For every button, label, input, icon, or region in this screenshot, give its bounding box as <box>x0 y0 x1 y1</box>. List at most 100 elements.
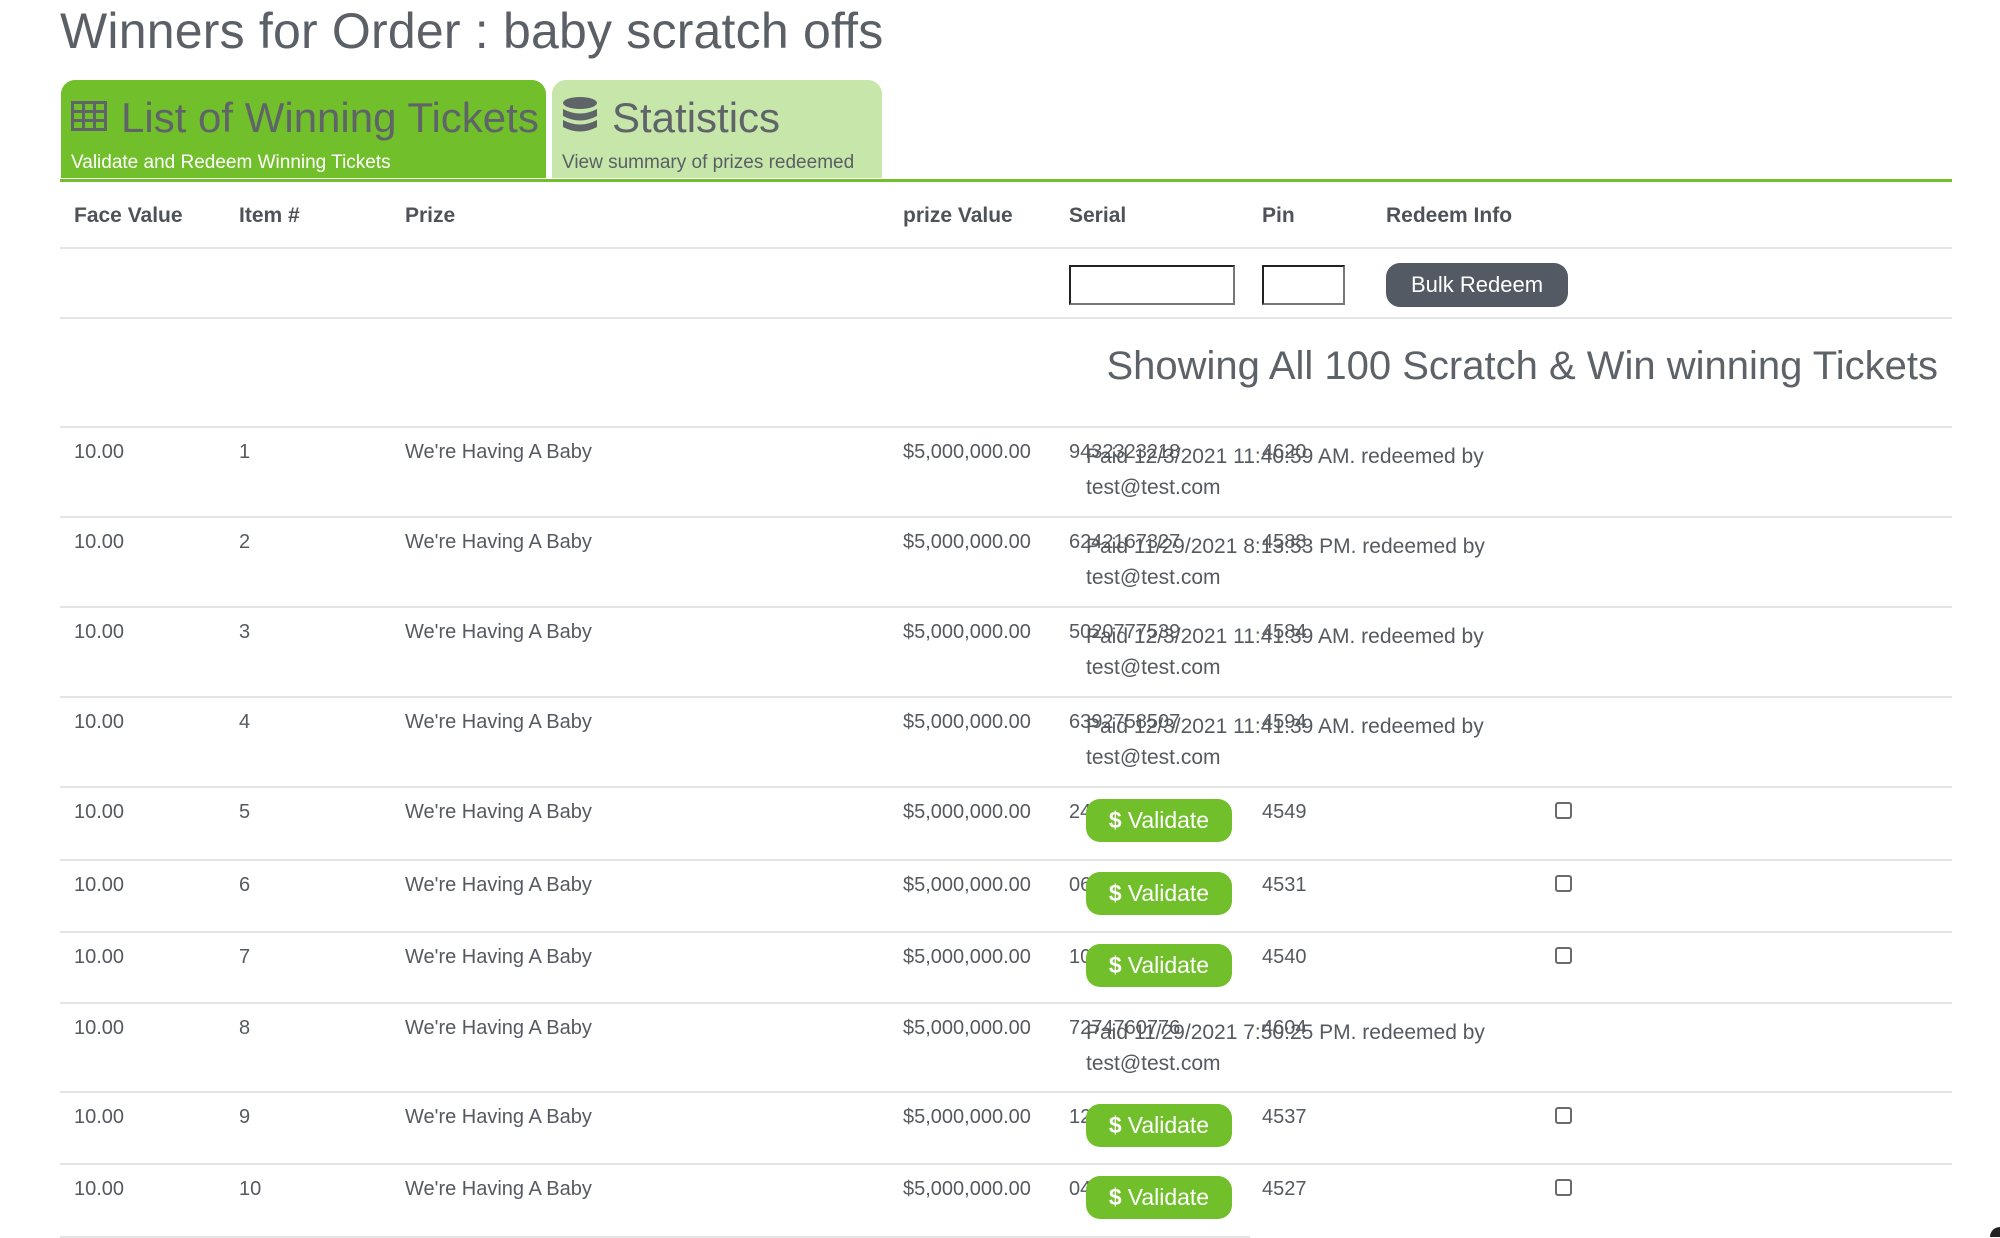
validate-label: Validate <box>1127 880 1210 906</box>
face-value-cell: 10.00 <box>74 801 125 823</box>
database-icon <box>562 96 598 141</box>
item-number-cell: 8 <box>239 1017 251 1039</box>
validate-label: Validate <box>1127 1112 1210 1138</box>
prize-cell: We're Having A Baby <box>405 441 592 463</box>
select-ticket-checkbox[interactable] <box>1555 1107 1572 1124</box>
prize-value-cell: $5,000,000.00 <box>903 1178 1031 1200</box>
prize-cell: We're Having A Baby <box>405 946 592 968</box>
table-row: 10.00 8 We're Having A Baby $5,000,000.00 72… <box>60 1003 1952 1093</box>
column-header-pin[interactable]: Pin <box>1262 204 1295 228</box>
tab-statistics[interactable]: Statistics View summary of prizes redeem… <box>552 80 882 178</box>
item-number-cell: 10 <box>239 1178 262 1200</box>
divider <box>60 317 1952 319</box>
tab-label: Statistics <box>612 94 781 141</box>
prize-cell: We're Having A Baby <box>405 801 592 823</box>
item-number-cell: 5 <box>239 801 251 823</box>
pin-cell: 4531 <box>1262 874 1307 896</box>
pin-filter-input[interactable] <box>1262 265 1345 305</box>
prize-value-cell: $5,000,000.00 <box>903 621 1031 643</box>
face-value-cell: 10.00 <box>74 531 125 553</box>
dollar-icon: $ <box>1108 807 1122 833</box>
prize-cell: We're Having A Baby <box>405 1106 592 1128</box>
tab-subtitle: Validate and Redeem Winning Tickets <box>71 152 391 173</box>
redeem-info-text: Paid 12/3/2021 11:40:59 AM. redeemed by t… <box>1086 445 1484 499</box>
prize-cell: We're Having A Baby <box>405 1017 592 1039</box>
redeem-info-text: Paid 11/29/2021 7:50:25 PM. redeemed by t… <box>1086 1021 1485 1075</box>
select-ticket-checkbox[interactable] <box>1555 1179 1572 1196</box>
redeem-info-text: Paid 12/3/2021 11:41:39 AM. redeemed by t… <box>1086 625 1484 679</box>
prize-value-cell: $5,000,000.00 <box>903 1106 1031 1128</box>
table-row: 10.009We're Having A Baby$5,000,000.0012… <box>60 1092 1952 1165</box>
face-value-cell: 10.00 <box>74 1178 125 1200</box>
prize-cell: We're Having A Baby <box>405 621 592 643</box>
pin-cell: 4527 <box>1262 1178 1307 1200</box>
table-row: 10.0010We're Having A Baby$5,000,000.000… <box>60 1164 1952 1238</box>
face-value-cell: 10.00 <box>74 874 125 896</box>
face-value-cell: 10.00 <box>74 621 125 643</box>
dollar-icon: $ <box>1108 1184 1122 1210</box>
validate-button[interactable]: $ Validate <box>1086 1104 1232 1147</box>
dollar-icon: $ <box>1108 880 1122 906</box>
tab-label: List of Winning Tickets <box>121 94 539 141</box>
prize-value-cell: $5,000,000.00 <box>903 441 1031 463</box>
select-ticket-checkbox[interactable] <box>1555 875 1572 892</box>
column-header-redeem-info: Redeem Info <box>1386 204 1513 227</box>
table-row: 10.00 2 We're Having A Baby $5,000,000.00 62… <box>60 517 1952 608</box>
item-number-cell: 4 <box>239 711 251 733</box>
item-number-cell: 6 <box>239 874 251 896</box>
validate-label: Validate <box>1127 807 1210 833</box>
prize-value-cell: $5,000,000.00 <box>903 531 1031 553</box>
face-value-cell: 10.00 <box>74 441 125 463</box>
redeem-info-text: Paid 11/29/2021 8:13:53 PM. redeemed by t… <box>1086 535 1485 589</box>
validate-button[interactable]: $ Validate <box>1086 1176 1232 1219</box>
validate-button[interactable]: $ Validate <box>1086 944 1232 987</box>
tabs-divider <box>60 179 1952 182</box>
select-ticket-checkbox[interactable] <box>1555 802 1572 819</box>
pin-cell: 4549 <box>1262 801 1307 823</box>
bulk-redeem-button[interactable]: Bulk Redeem <box>1386 263 1568 307</box>
table-row: 10.005We're Having A Baby$5,000,000.0024… <box>60 787 1952 861</box>
table-row: 10.006We're Having A Baby$5,000,000.0006… <box>60 860 1952 933</box>
column-header-prize-value[interactable]: prize Value <box>903 204 1013 228</box>
corner-artifact <box>1990 1227 2000 1237</box>
dollar-icon: $ <box>1108 952 1122 978</box>
item-number-cell: 1 <box>239 441 251 463</box>
redeem-info-text: Paid 12/3/2021 11:41:39 AM. redeemed by t… <box>1086 715 1484 769</box>
tab-list-of-winning-tickets[interactable]: List of Winning Tickets Validate and Red… <box>61 80 546 178</box>
page-title: Winners for Order : baby scratch offs <box>60 3 884 59</box>
divider <box>60 247 1952 249</box>
item-number-cell: 9 <box>239 1106 251 1128</box>
prize-value-cell: $5,000,000.00 <box>903 711 1031 733</box>
item-number-cell: 2 <box>239 531 251 553</box>
item-number-cell: 7 <box>239 946 251 968</box>
item-number-cell: 3 <box>239 621 251 643</box>
face-value-cell: 10.00 <box>74 1106 125 1128</box>
table-icon <box>71 100 107 136</box>
pin-cell: 4540 <box>1262 946 1307 968</box>
select-ticket-checkbox[interactable] <box>1555 947 1572 964</box>
column-header-prize[interactable]: Prize <box>405 204 455 228</box>
table-row: 10.00 3 We're Having A Baby $5,000,000.00 50… <box>60 607 1952 698</box>
table-row: 10.00 4 We're Having A Baby $5,000,000.00 63… <box>60 697 1952 788</box>
prize-cell: We're Having A Baby <box>405 711 592 733</box>
results-summary: Showing All 100 Scratch & Win winning Ti… <box>1106 344 1938 388</box>
dollar-icon: $ <box>1108 1112 1122 1138</box>
prize-value-cell: $5,000,000.00 <box>903 1017 1031 1039</box>
validate-button[interactable]: $ Validate <box>1086 799 1232 842</box>
prize-cell: We're Having A Baby <box>405 874 592 896</box>
face-value-cell: 10.00 <box>74 1017 125 1039</box>
prize-value-cell: $5,000,000.00 <box>903 801 1031 823</box>
column-header-serial[interactable]: Serial <box>1069 204 1126 228</box>
column-header-item[interactable]: Item # <box>239 204 300 228</box>
face-value-cell: 10.00 <box>74 711 125 733</box>
pin-cell: 4537 <box>1262 1106 1307 1128</box>
face-value-cell: 10.00 <box>74 946 125 968</box>
column-header-face-value[interactable]: Face Value <box>74 204 183 228</box>
tab-subtitle: View summary of prizes redeemed <box>562 152 855 173</box>
prize-value-cell: $5,000,000.00 <box>903 874 1031 896</box>
validate-button[interactable]: $ Validate <box>1086 872 1232 915</box>
prize-value-cell: $5,000,000.00 <box>903 946 1031 968</box>
serial-filter-input[interactable] <box>1069 265 1235 305</box>
prize-cell: We're Having A Baby <box>405 1178 592 1200</box>
table-row: 10.007We're Having A Baby$5,000,000.0010… <box>60 932 1952 1004</box>
